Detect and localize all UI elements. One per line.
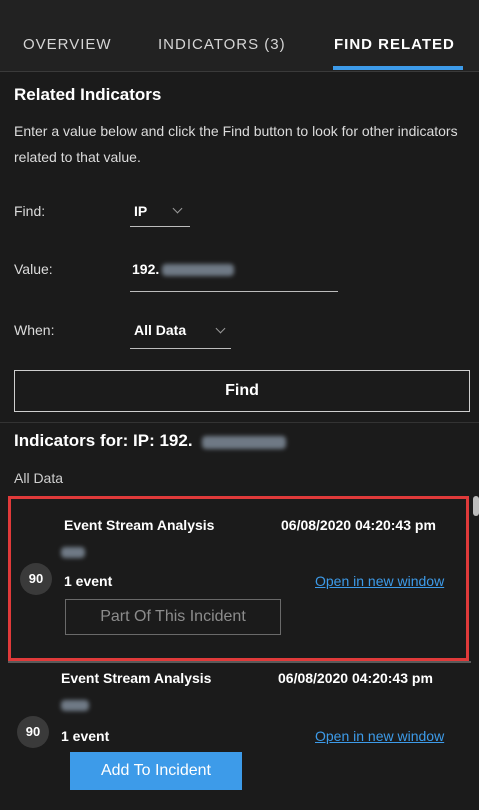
score-badge: 90 (17, 716, 49, 748)
score-badge: 90 (20, 563, 52, 595)
results-timeframe: All Data (14, 470, 64, 486)
indicator-date: 06/08/2020 04:20:43 pm (278, 670, 433, 686)
active-tab-indicator (333, 66, 463, 70)
tab-overview[interactable]: OVERVIEW (23, 36, 112, 53)
value-label: Value: (14, 261, 53, 277)
open-in-new-window-link[interactable]: Open in new window (315, 728, 444, 744)
redacted-ip (202, 436, 286, 449)
help-text: Enter a value below and click the Find b… (14, 123, 458, 165)
card-separator (8, 661, 471, 663)
find-type-select[interactable]: IP (130, 203, 190, 227)
tab-bar: OVERVIEW INDICATORS (3) FIND RELATED (0, 0, 479, 72)
chevron-down-icon (172, 203, 183, 214)
event-count: 1 event (64, 573, 113, 589)
divider (0, 422, 479, 423)
add-to-incident-button[interactable]: Add To Incident (70, 752, 242, 790)
tab-find-related[interactable]: FIND RELATED (334, 36, 455, 53)
find-type-value: IP (134, 203, 148, 219)
find-label: Find: (14, 203, 46, 219)
tab-indicators[interactable]: INDICATORS (3) (158, 36, 286, 53)
indicator-card[interactable]: Event Stream Analysis 06/08/2020 04:20:4… (8, 496, 469, 661)
when-select[interactable]: All Data (130, 322, 231, 349)
redacted-name (61, 547, 85, 558)
indicators-title-text: Indicators for: IP: 192. (14, 431, 193, 450)
value-input[interactable]: 192. (130, 261, 338, 292)
event-count: 1 event (61, 728, 110, 744)
indicators-title: Indicators for: IP: 192. (14, 431, 193, 451)
section-title: Related Indicators (14, 85, 162, 104)
chevron-down-icon (215, 323, 226, 334)
indicator-source: Event Stream Analysis (64, 517, 215, 533)
when-label: When: (14, 322, 55, 338)
part-of-incident-button: Part Of This Incident (65, 599, 281, 635)
find-button[interactable]: Find (14, 370, 470, 412)
open-in-new-window-link[interactable]: Open in new window (315, 573, 444, 589)
value-input-text: 192. (132, 261, 160, 277)
redacted-name (61, 700, 89, 711)
indicator-source: Event Stream Analysis (61, 670, 212, 686)
indicator-date: 06/08/2020 04:20:43 pm (281, 517, 436, 533)
redacted-value (162, 264, 234, 276)
indicator-card[interactable]: Event Stream Analysis 06/08/2020 04:20:4… (8, 664, 469, 810)
when-value: All Data (134, 322, 187, 338)
scrollbar-thumb[interactable] (473, 496, 479, 516)
